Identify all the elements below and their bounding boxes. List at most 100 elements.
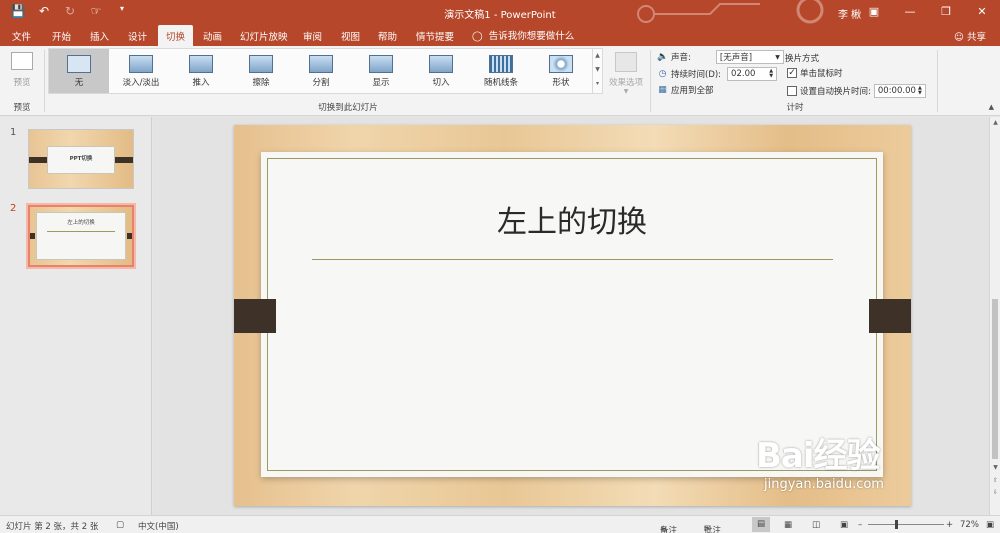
effect-options-button[interactable]: 效果选项 ▼ <box>604 50 648 100</box>
apply-all-button[interactable]: ▦ 应用到全部 <box>657 84 713 97</box>
transition-label: 切入 <box>432 78 450 88</box>
share-label: 共享 <box>966 32 986 43</box>
after-value: 00:00.00 <box>877 86 916 96</box>
sound-icon: 🔈 <box>657 51 669 62</box>
tab-animations[interactable]: 动画 <box>203 29 222 43</box>
tab-view[interactable]: 视图 <box>341 29 360 43</box>
after-spinner[interactable]: 00:00.00 ▲ ▼ <box>873 84 926 98</box>
gallery-more-icon[interactable]: ▾ <box>593 77 602 91</box>
tab-storyboard[interactable]: 情节提要 <box>416 29 454 43</box>
tab-review[interactable]: 审阅 <box>303 29 322 43</box>
tab-insert[interactable]: 插入 <box>90 29 109 43</box>
title-bar: 💾 ↶ ↻ ☞ ▾ 演示文稿1 - PowerPoint 李 楸 ▣ — ❐ ✕ <box>0 0 1000 24</box>
tab-design[interactable]: 设计 <box>128 29 147 43</box>
scroll-down-icon[interactable]: ▼ <box>593 63 602 77</box>
transition-split[interactable]: 分割 <box>291 49 351 93</box>
transition-reveal[interactable]: 显示 <box>351 49 411 93</box>
slide-thumbnail-2[interactable]: 左上的切换 <box>26 203 136 269</box>
collapse-ribbon-icon[interactable]: ▲ <box>989 103 994 111</box>
fit-slide-icon[interactable]: ▣ <box>986 520 994 530</box>
sound-value: [无声音] <box>719 53 753 63</box>
slide-title[interactable]: 左上的切换 <box>268 197 876 241</box>
transition-push-icon <box>189 55 213 73</box>
spinner-icon[interactable]: ▲ ▼ <box>918 86 922 96</box>
lightbulb-icon: ◯ <box>472 31 483 42</box>
duration-spinner[interactable]: 02.00 ▲ ▼ <box>727 67 778 81</box>
transition-label: 推入 <box>192 78 210 88</box>
advance-slide-label: 换片方式 <box>785 54 820 64</box>
clock-icon: ◷ <box>658 68 667 79</box>
share-button[interactable]: ☺ 共享 <box>954 29 986 43</box>
tab-file[interactable]: 文件 <box>12 29 31 43</box>
slide-thumbnail-1[interactable]: PPT切换 <box>28 129 134 189</box>
transition-push[interactable]: 推入 <box>171 49 231 93</box>
transition-wipe[interactable]: 擦除 <box>231 49 291 93</box>
duration-value: 02.00 <box>731 69 756 79</box>
zoom-slider-knob[interactable] <box>895 520 898 529</box>
zoom-level[interactable]: 72% <box>960 520 979 530</box>
normal-view-icon[interactable]: ▤ <box>752 517 770 532</box>
previous-slide-icon[interactable]: ⇧ <box>990 477 1000 484</box>
transition-none[interactable]: 无 <box>49 49 109 93</box>
transition-none-icon <box>67 55 91 73</box>
watermark-logo: Bai经验 <box>756 436 881 476</box>
thumbnail-title: 左上的切换 <box>67 220 95 226</box>
transition-label: 擦除 <box>252 78 270 88</box>
transition-label: 显示 <box>372 78 390 88</box>
transition-cut[interactable]: 切入 <box>411 49 471 93</box>
ribbon-display-icon[interactable]: ▣ <box>856 0 892 24</box>
preview-button[interactable]: 预览 <box>4 50 40 96</box>
transition-label: 分割 <box>312 78 330 88</box>
chevron-down-icon: ▼ <box>775 53 780 61</box>
window-controls: ▣ — ❐ ✕ <box>856 0 1000 24</box>
slideshow-icon[interactable]: ▣ <box>840 520 848 530</box>
tab-transitions[interactable]: 切换 <box>158 25 194 46</box>
tell-me-text: 告诉我你想要做什么 <box>488 31 575 42</box>
transition-random-bars-icon <box>489 55 513 73</box>
transition-label: 淡入/淡出 <box>122 78 160 88</box>
slide-sorter-icon[interactable]: ▦ <box>784 520 792 530</box>
vertical-scrollbar[interactable]: ▲ ▼ ⇧ ⇩ <box>989 117 1000 515</box>
close-icon[interactable]: ✕ <box>964 0 1000 24</box>
restore-icon[interactable]: ❐ <box>928 0 964 24</box>
tell-me-box[interactable]: ◯ 告诉我你想要做什么 <box>472 28 574 42</box>
scroll-up-icon[interactable]: ▲ <box>593 49 602 63</box>
comments-label: 批注 <box>704 526 722 533</box>
zoom-slider[interactable] <box>868 524 944 525</box>
reading-view-icon[interactable]: ◫ <box>812 520 820 530</box>
gallery-scroll[interactable]: ▲ ▼ ▾ <box>592 49 602 93</box>
zoom-in-icon[interactable]: + <box>946 520 953 530</box>
spell-check-icon[interactable]: ▢ <box>116 520 124 530</box>
group-separator <box>44 50 45 112</box>
sound-dropdown[interactable]: [无声音] ▼ <box>715 50 784 64</box>
slide-count: 幻灯片 第 2 张，共 2 张 <box>6 522 99 532</box>
slide-number: 2 <box>10 203 17 214</box>
slide-thumbnail-pane: 1 PPT切换 2 左上的切换 <box>0 117 152 515</box>
scrollbar-thumb[interactable] <box>992 299 998 459</box>
on-click-row[interactable]: ✓ 单击鼠标时 <box>787 67 843 79</box>
transition-shape[interactable]: 形状 <box>531 49 591 93</box>
transition-shape-icon <box>549 55 573 73</box>
language-indicator[interactable]: 中文(中国) <box>138 520 179 532</box>
after-checkbox[interactable] <box>787 86 797 96</box>
scroll-up-icon[interactable]: ▲ <box>990 119 1000 126</box>
spinner-icon[interactable]: ▲ ▼ <box>769 69 773 79</box>
minimize-icon[interactable]: — <box>892 0 928 24</box>
clip-decoration-right <box>869 299 911 333</box>
clip-decoration <box>115 157 133 163</box>
tab-home[interactable]: 开始 <box>52 29 71 43</box>
next-slide-icon[interactable]: ⇩ <box>990 489 1000 496</box>
thumbnail-card: PPT切换 <box>47 146 115 174</box>
transition-random-bars[interactable]: 随机线条 <box>471 49 531 93</box>
sound-label: 声音: <box>671 53 691 63</box>
transition-label: 无 <box>74 78 84 88</box>
scroll-down-icon[interactable]: ▼ <box>990 464 1000 471</box>
tab-help[interactable]: 帮助 <box>378 29 397 43</box>
group-label-timing: 计时 <box>786 103 804 113</box>
effect-options-label: 效果选项 <box>608 78 643 88</box>
tab-slideshow[interactable]: 幻灯片放映 <box>240 29 288 43</box>
title-divider <box>312 259 833 260</box>
zoom-out-icon[interactable]: – <box>858 520 862 530</box>
on-click-checkbox[interactable]: ✓ <box>787 68 797 78</box>
transition-fade[interactable]: 淡入/淡出 <box>111 49 171 93</box>
